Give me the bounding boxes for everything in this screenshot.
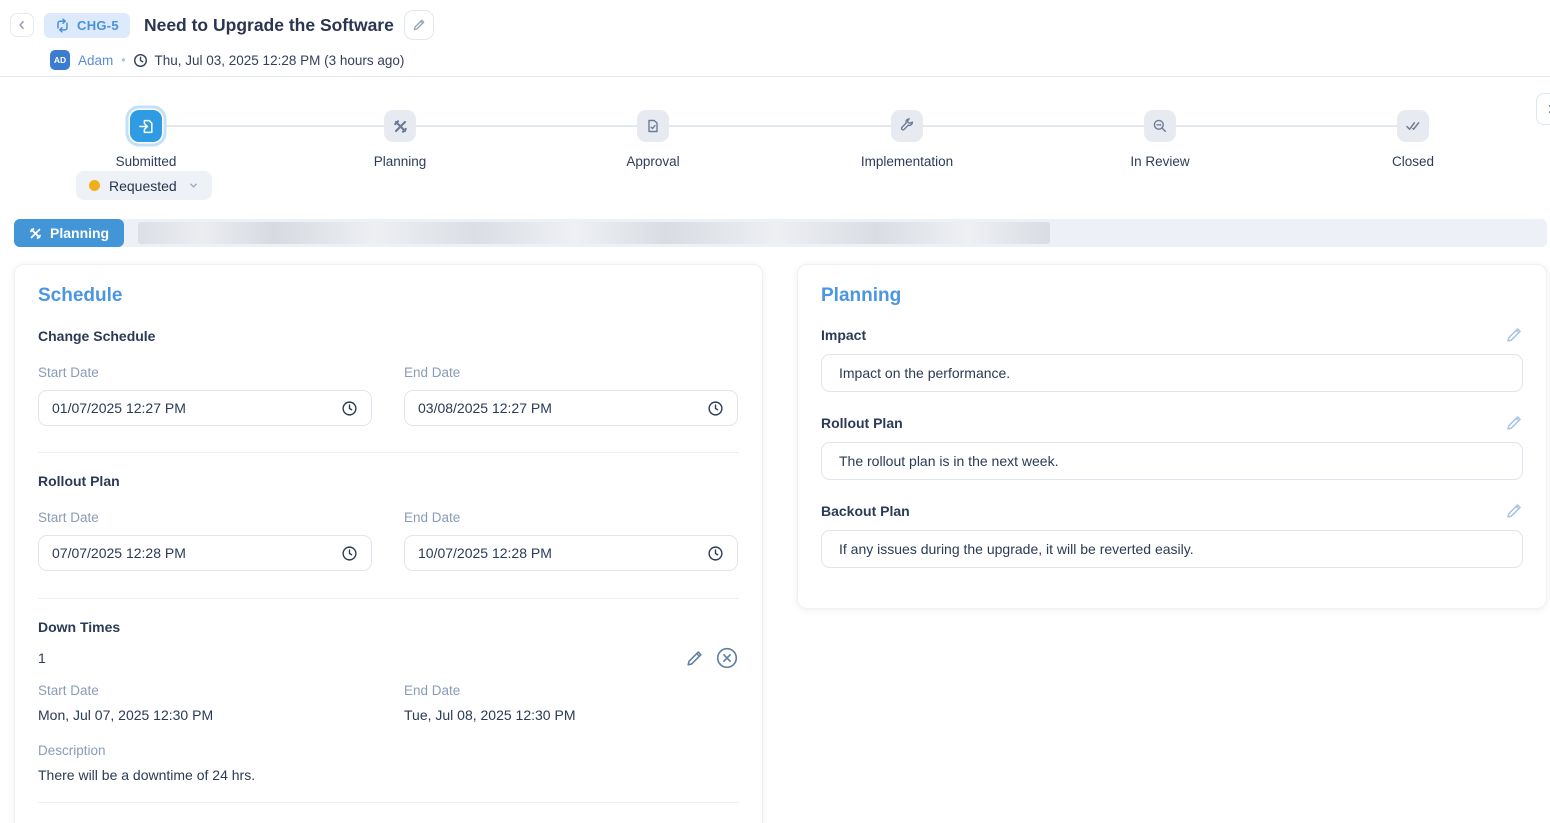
planning-card-title: Planning <box>821 285 1523 307</box>
step-label: Approval <box>573 154 733 169</box>
down-time-index: 1 <box>38 650 46 666</box>
avatar: AD <box>50 50 70 70</box>
change-id-label: CHG-5 <box>77 18 119 33</box>
circled-x-icon <box>715 646 739 670</box>
content-area: Schedule Change Schedule Start Date 01/0… <box>14 264 1547 823</box>
clock-icon[interactable] <box>707 400 724 417</box>
downtime-description: There will be a downtime of 24 hrs. <box>38 767 739 783</box>
dot-separator: • <box>121 53 125 67</box>
down-times-label: Down Times <box>38 619 739 635</box>
document-check-icon[interactable] <box>637 110 669 142</box>
chevron-down-icon <box>188 180 199 191</box>
status-dot <box>89 180 100 191</box>
status-dropdown[interactable]: Requested <box>76 171 212 200</box>
crossed-tools-icon[interactable] <box>384 110 416 142</box>
change-schedule-start-input[interactable]: 01/07/2025 12:27 PM <box>38 390 372 426</box>
divider <box>38 802 739 803</box>
step-label: In Review <box>1080 154 1240 169</box>
step-label: Closed <box>1333 154 1493 169</box>
pencil-icon <box>1505 414 1523 432</box>
start-date-label: Start Date <box>38 365 372 380</box>
remove-downtime-button[interactable] <box>715 646 739 670</box>
requester-name[interactable]: Adam <box>78 53 113 68</box>
submit-document-icon[interactable] <box>130 110 162 142</box>
step-planning: Planning <box>320 110 480 169</box>
edit-downtime-button[interactable] <box>685 649 704 668</box>
crossed-tools-icon <box>29 227 42 240</box>
rollout-plan-end-input[interactable]: 10/07/2025 12:28 PM <box>404 535 738 571</box>
downtime-end-value: Tue, Jul 08, 2025 12:30 PM <box>404 707 738 723</box>
start-date-label: Start Date <box>38 510 372 525</box>
impact-field[interactable]: Impact on the performance. <box>821 354 1523 392</box>
page-header: CHG-5 Need to Upgrade the Software AD Ad… <box>0 0 1550 76</box>
schedule-card-title: Schedule <box>38 285 739 307</box>
backout-plan-value: If any issues during the upgrade, it wil… <box>839 541 1194 557</box>
edit-impact-button[interactable] <box>1505 326 1523 344</box>
date-value: 10/07/2025 12:28 PM <box>418 545 552 561</box>
wrench-icon[interactable] <box>891 110 923 142</box>
step-label: Submitted <box>66 154 226 169</box>
chevron-left-icon <box>16 19 28 31</box>
end-date-label: End Date <box>404 365 738 380</box>
edit-backout-plan-button[interactable] <box>1505 502 1523 520</box>
start-date-label: Start Date <box>38 683 372 698</box>
status-label: Requested <box>109 178 177 194</box>
impact-value: Impact on the performance. <box>839 365 1010 381</box>
rollout-plan-label: Rollout Plan <box>38 473 739 489</box>
backout-plan-field[interactable]: If any issues during the upgrade, it wil… <box>821 530 1523 568</box>
back-button[interactable] <box>10 13 34 37</box>
planning-card: Planning Impact Impact on the performanc… <box>797 264 1547 609</box>
created-timestamp: Thu, Jul 03, 2025 12:28 PM (3 hours ago) <box>154 53 404 68</box>
workflow-stepper: Submitted Planning Approval Implementati… <box>0 77 1550 219</box>
rollout-plan-field[interactable]: The rollout plan is in the next week. <box>821 442 1523 480</box>
page-title: Need to Upgrade the Software <box>144 15 394 36</box>
date-value: 07/07/2025 12:28 PM <box>52 545 186 561</box>
step-closed: Closed <box>1333 110 1493 169</box>
description-label: Description <box>38 743 739 758</box>
double-check-icon[interactable] <box>1397 110 1429 142</box>
rollout-plan-label: Rollout Plan <box>821 415 903 431</box>
tab-planning[interactable]: Planning <box>14 219 124 247</box>
pencil-icon <box>685 649 704 668</box>
expand-panel-button[interactable] <box>1536 93 1550 125</box>
step-label: Implementation <box>827 154 987 169</box>
date-value: 01/07/2025 12:27 PM <box>52 400 186 416</box>
clock-icon[interactable] <box>341 400 358 417</box>
clock-icon[interactable] <box>707 545 724 562</box>
rollout-plan-start-input[interactable]: 07/07/2025 12:28 PM <box>38 535 372 571</box>
tab-label: Planning <box>50 225 109 241</box>
pencil-icon <box>1505 326 1523 344</box>
step-implementation: Implementation <box>827 110 987 169</box>
change-schedule-label: Change Schedule <box>38 328 739 344</box>
loading-skeleton-bar <box>138 222 1050 244</box>
change-schedule-end-input[interactable]: 03/08/2025 12:27 PM <box>404 390 738 426</box>
divider <box>38 452 739 453</box>
clock-icon[interactable] <box>341 545 358 562</box>
change-loop-icon <box>55 18 70 33</box>
step-approval: Approval <box>573 110 733 169</box>
magnifier-icon[interactable] <box>1144 110 1176 142</box>
downtime-start-value: Mon, Jul 07, 2025 12:30 PM <box>38 707 372 723</box>
backout-plan-label: Backout Plan <box>821 503 910 519</box>
end-date-label: End Date <box>404 510 738 525</box>
edit-title-button[interactable] <box>404 10 434 40</box>
edit-rollout-plan-button[interactable] <box>1505 414 1523 432</box>
step-label: Planning <box>320 154 480 169</box>
chevron-right-icon <box>1545 103 1550 115</box>
divider <box>38 598 739 599</box>
pencil-icon <box>412 18 426 32</box>
stage-tab-bar: Planning <box>14 219 1547 247</box>
end-date-label: End Date <box>404 683 738 698</box>
step-in-review: In Review <box>1080 110 1240 169</box>
clock-icon <box>133 53 148 68</box>
header-meta: AD Adam • Thu, Jul 03, 2025 12:28 PM (3 … <box>50 50 1538 70</box>
pencil-icon <box>1505 502 1523 520</box>
rollout-plan-value: The rollout plan is in the next week. <box>839 453 1058 469</box>
date-value: 03/08/2025 12:27 PM <box>418 400 552 416</box>
change-id-badge[interactable]: CHG-5 <box>44 13 130 38</box>
impact-label: Impact <box>821 327 866 343</box>
schedule-card: Schedule Change Schedule Start Date 01/0… <box>14 264 763 823</box>
step-submitted: Submitted <box>66 110 226 169</box>
